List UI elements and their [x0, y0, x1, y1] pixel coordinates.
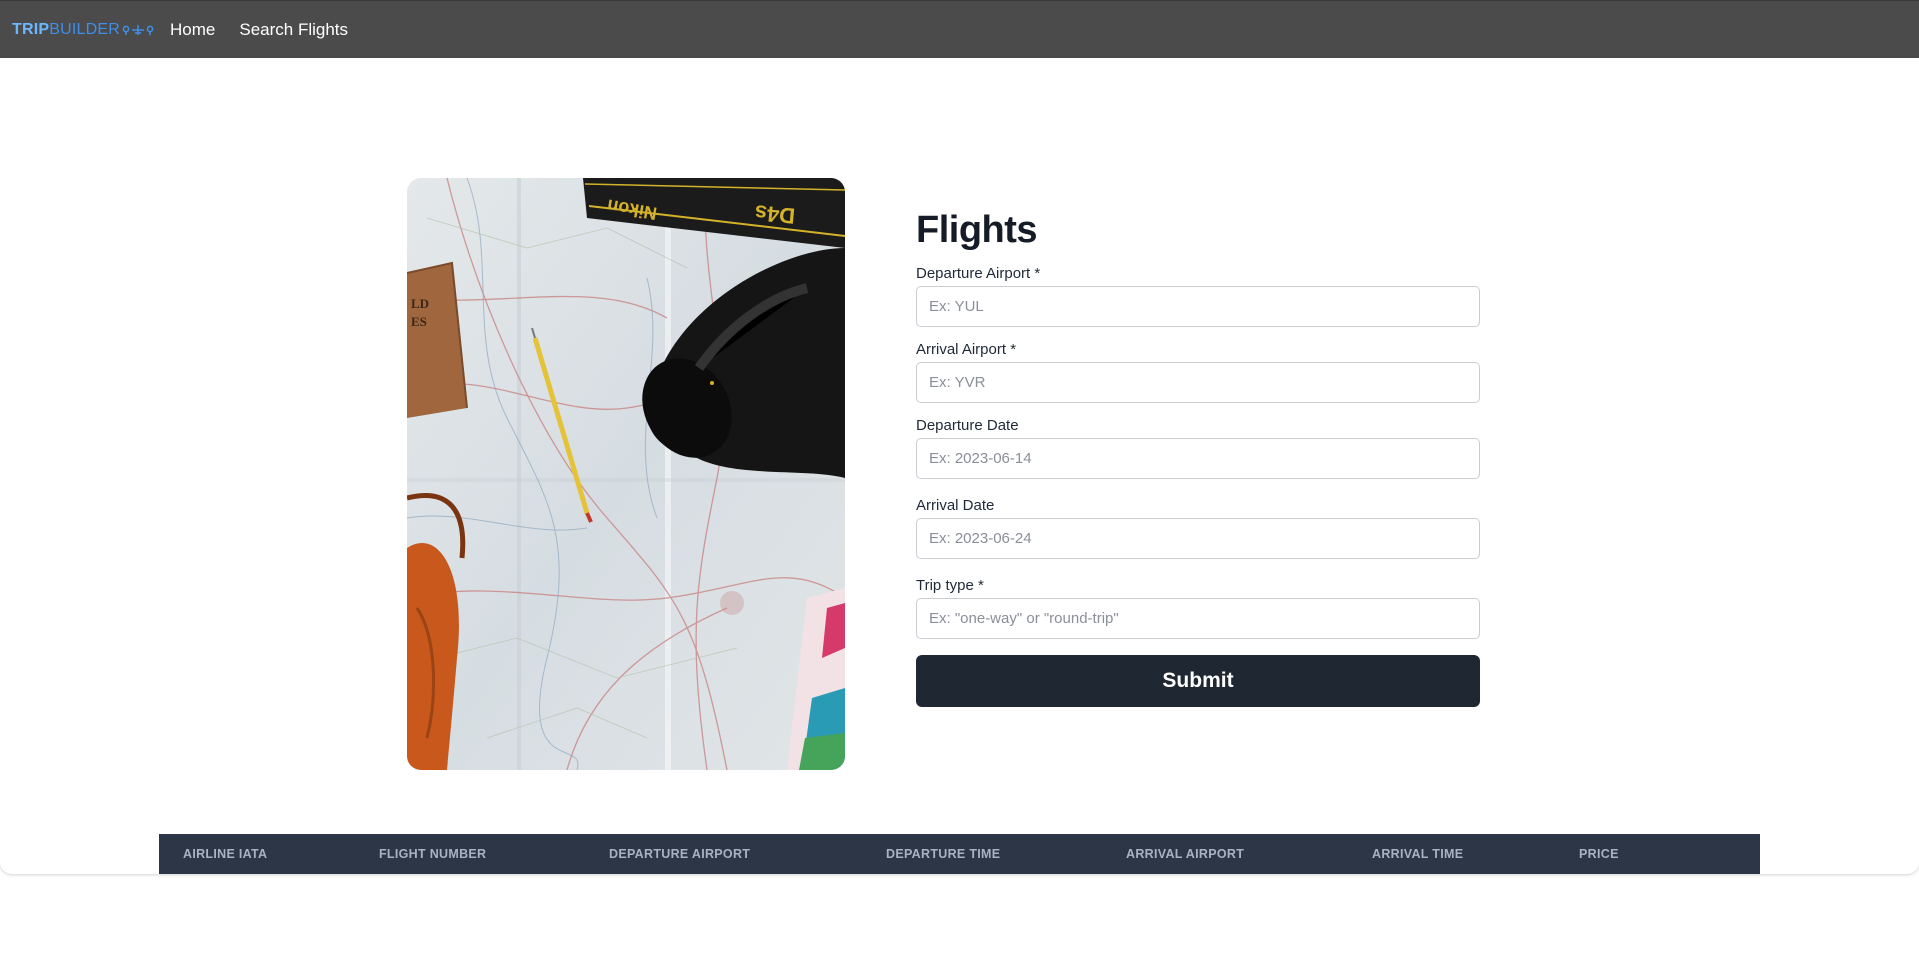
trip-type-label: Trip type * [916, 577, 984, 594]
brand-logo[interactable]: TRIP BUILDER [12, 21, 154, 39]
column-header-departure-airport[interactable]: DEPARTURE AIRPORT [609, 834, 750, 874]
arrival-date-label: Arrival Date [916, 497, 995, 514]
column-header-price[interactable]: PRICE [1579, 834, 1619, 874]
departure-airport-label: Departure Airport * [916, 265, 1041, 282]
brand-builder: BUILDER [49, 20, 121, 38]
nav-search-flights-link[interactable]: Search Flights [239, 20, 348, 40]
top-navbar: TRIP BUILDER Home Search Flights [0, 0, 1919, 58]
column-header-flight-number[interactable]: FLIGHT NUMBER [379, 834, 486, 874]
svg-text:LD: LD [411, 296, 429, 311]
svg-text:ES: ES [411, 314, 427, 329]
arrival-airport-input[interactable] [916, 362, 1480, 403]
flights-table-header: AIRLINE IATA FLIGHT NUMBER DEPARTURE AIR… [159, 834, 1760, 874]
page-title: Flights [916, 209, 1038, 251]
departure-date-label: Departure Date [916, 417, 1019, 434]
departure-date-input[interactable] [916, 438, 1480, 479]
nav-home-link[interactable]: Home [170, 20, 215, 40]
column-header-departure-time[interactable]: DEPARTURE TIME [886, 834, 1000, 874]
brand-trip: TRIP [12, 20, 50, 38]
column-header-arrival-time[interactable]: ARRIVAL TIME [1372, 834, 1463, 874]
arrival-airport-label: Arrival Airport * [916, 341, 1017, 358]
travel-map-photo: Nikon D4s LD ES [407, 178, 845, 770]
departure-airport-input[interactable] [916, 286, 1480, 327]
column-header-airline-iata[interactable]: AIRLINE IATA [183, 834, 267, 874]
arrival-date-input[interactable] [916, 518, 1480, 559]
strap-model-text: D4s [754, 200, 796, 228]
plane-route-icon [122, 24, 154, 35]
column-header-arrival-airport[interactable]: ARRIVAL AIRPORT [1126, 834, 1244, 874]
submit-button[interactable]: Submit [916, 655, 1480, 707]
flight-search-form: Flights Departure Airport * Arrival Airp… [916, 204, 1480, 707]
trip-type-input[interactable] [916, 598, 1480, 639]
